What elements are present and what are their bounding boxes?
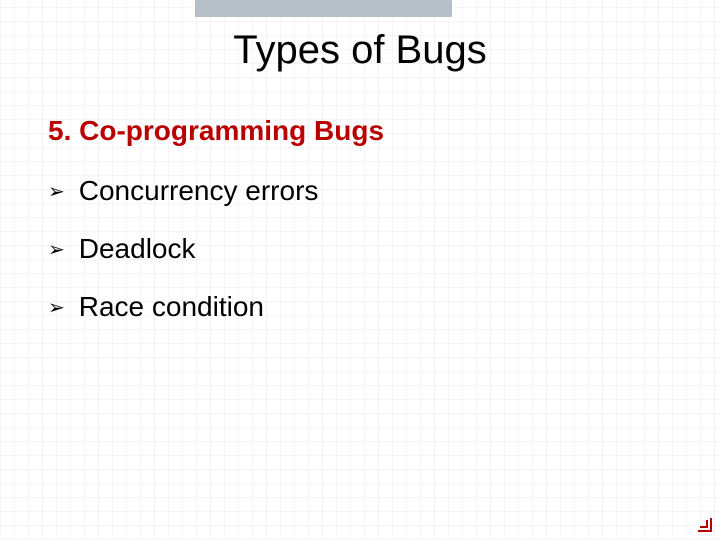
list-item: ➢ Race condition: [48, 291, 720, 323]
slide-content: Types of Bugs 5. Co-programming Bugs ➢ C…: [0, 0, 720, 323]
chevron-bullet-icon: ➢: [48, 179, 65, 204]
chevron-bullet-icon: ➢: [48, 237, 65, 262]
bullet-text: Concurrency errors: [79, 175, 319, 207]
list-item: ➢ Deadlock: [48, 233, 720, 265]
corner-accent-icon: [694, 514, 712, 532]
chevron-bullet-icon: ➢: [48, 295, 65, 320]
slide-subtitle: 5. Co-programming Bugs: [48, 115, 720, 147]
bullet-text: Race condition: [79, 291, 264, 323]
bullet-list: ➢ Concurrency errors ➢ Deadlock ➢ Race c…: [48, 175, 720, 323]
bullet-text: Deadlock: [79, 233, 196, 265]
list-item: ➢ Concurrency errors: [48, 175, 720, 207]
slide-title: Types of Bugs: [0, 28, 720, 73]
